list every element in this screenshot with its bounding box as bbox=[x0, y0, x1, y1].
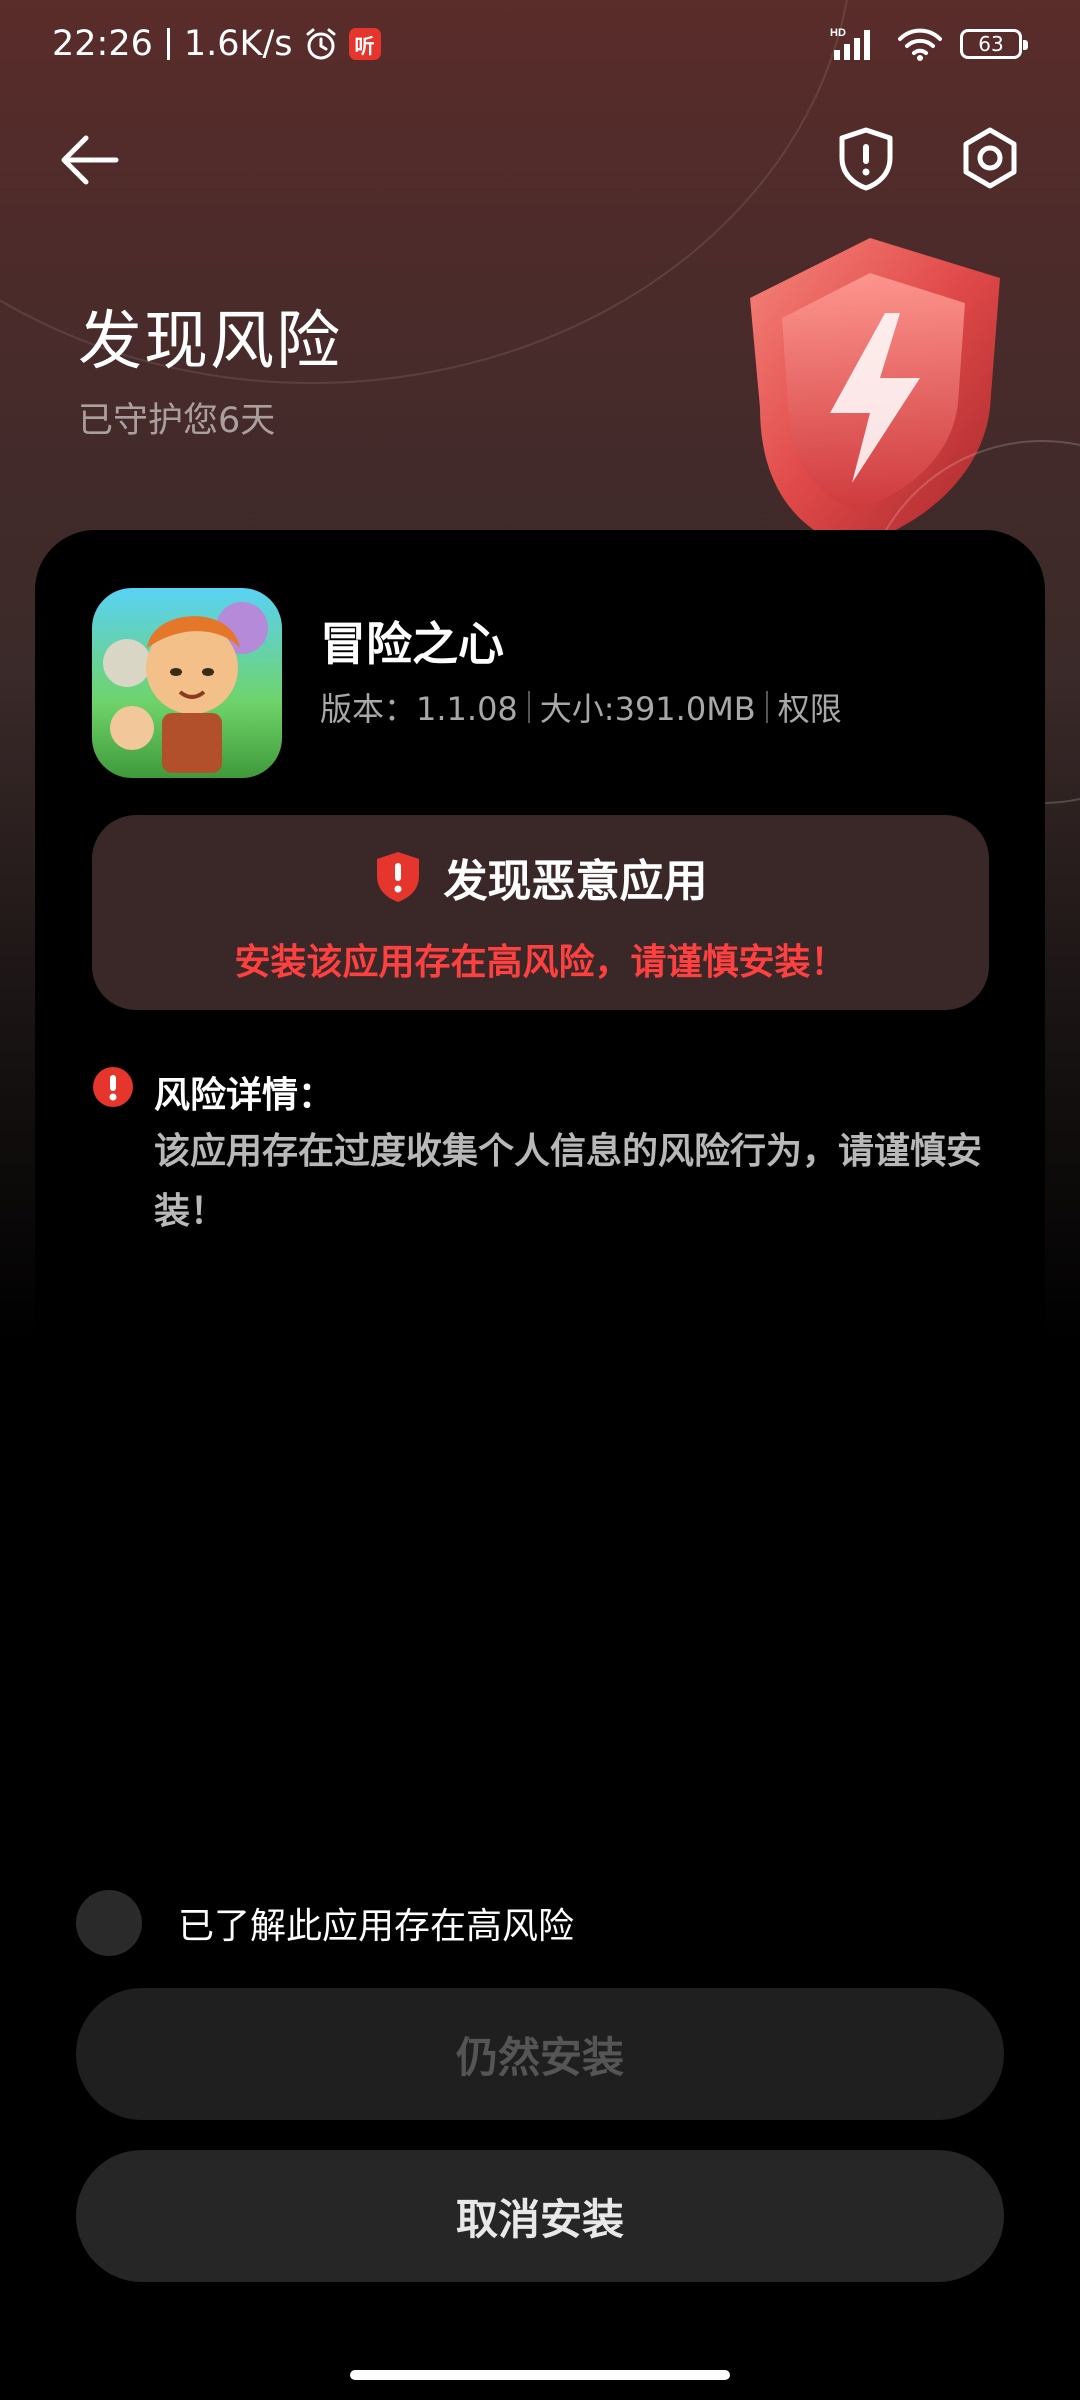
acknowledge-checkbox[interactable] bbox=[76, 1890, 142, 1956]
status-left: 22:26 1.6K/s 听 bbox=[52, 24, 381, 64]
screen: 22:26 1.6K/s 听 HD 63 发现风险 已守护您6天 冒险之心 版本… bbox=[0, 0, 1080, 2400]
ting-app-icon: 听 bbox=[348, 28, 381, 60]
alert-header: 发现恶意应用 bbox=[92, 845, 989, 909]
app-name: 冒险之心 bbox=[320, 617, 504, 671]
status-bar: 22:26 1.6K/s 听 HD 63 bbox=[0, 0, 1080, 92]
network-speed: 1.6K/s bbox=[183, 24, 293, 64]
home-indicator[interactable] bbox=[350, 2370, 730, 2380]
battery-level: 63 bbox=[978, 32, 1004, 56]
cellular-signal-icon: HD bbox=[830, 27, 870, 60]
meta-divider bbox=[765, 691, 768, 723]
app-meta: 版本：1.1.08 大小:391.0MB 权限 bbox=[320, 684, 842, 730]
status-right: HD 63 bbox=[830, 26, 1028, 62]
cancel-install-button[interactable]: 取消安装 bbox=[76, 2150, 1004, 2282]
risk-title: 风险详情： bbox=[154, 1075, 335, 1116]
top-nav bbox=[0, 120, 1080, 200]
alert-title: 发现恶意应用 bbox=[443, 856, 708, 907]
app-version: 版本：1.1.08 bbox=[320, 690, 518, 728]
exclamation-circle-icon bbox=[93, 1067, 133, 1107]
malicious-app-alert: 发现恶意应用 安装该应用存在高风险，请谨慎安装！ bbox=[92, 815, 989, 1010]
acknowledge-label[interactable]: 已了解此应用存在高风险 bbox=[178, 1897, 574, 1949]
status-divider bbox=[166, 28, 170, 60]
page-title: 发现风险 bbox=[78, 305, 342, 379]
risk-description: 该应用存在过度收集个人信息的风险行为，请谨慎安装！ bbox=[154, 1131, 983, 1232]
alert-message: 安装该应用存在高风险，请谨慎安装！ bbox=[234, 942, 847, 983]
install-anyway-button[interactable]: 仍然安装 bbox=[76, 1988, 1004, 2120]
meta-divider bbox=[527, 691, 530, 723]
acknowledge-row[interactable]: 已了解此应用存在高风险 bbox=[76, 1890, 574, 1956]
back-arrow-icon[interactable] bbox=[58, 132, 122, 188]
battery-indicator: 63 bbox=[960, 29, 1028, 59]
permissions-link[interactable]: 权限 bbox=[778, 684, 842, 730]
protection-days: 已守护您6天 bbox=[78, 401, 276, 441]
alarm-icon bbox=[306, 28, 336, 60]
wifi-icon bbox=[898, 28, 942, 61]
app-icon bbox=[92, 588, 282, 778]
settings-gear-icon[interactable] bbox=[958, 126, 1022, 192]
red-shield-alert-icon bbox=[376, 852, 419, 902]
status-time: 22:26 bbox=[52, 24, 153, 64]
network-type-label: HD bbox=[830, 27, 846, 39]
shield-alert-icon[interactable] bbox=[836, 126, 896, 192]
app-size: 大小:391.0MB bbox=[539, 690, 756, 728]
